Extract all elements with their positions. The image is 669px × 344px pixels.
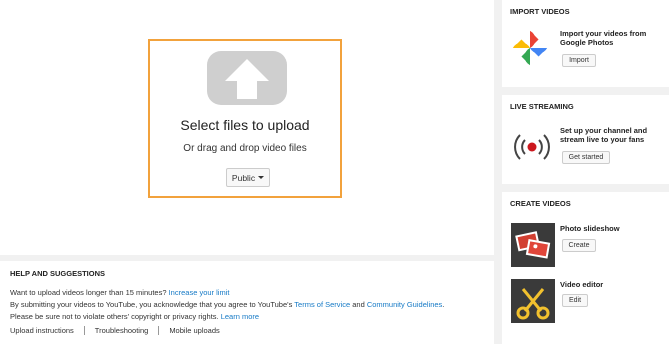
select-files-title[interactable]: Select files to upload xyxy=(150,117,340,133)
import-button[interactable]: Import xyxy=(562,54,596,67)
photo-slideshow-label: Photo slideshow xyxy=(560,224,620,233)
edit-button[interactable]: Edit xyxy=(562,294,588,307)
help-links: Upload instructions Troubleshooting Mobi… xyxy=(10,326,484,335)
privacy-value: Public xyxy=(231,172,256,183)
live-streaming-title: LIVE STREAMING xyxy=(510,102,574,111)
live-streaming-text: Set up your channel and stream live to y… xyxy=(560,126,648,144)
google-photos-pinwheel-icon xyxy=(512,30,548,66)
help-panel: HELP AND SUGGESTIONS Want to upload vide… xyxy=(0,261,494,344)
divider xyxy=(83,326,85,335)
upload-instructions-link[interactable]: Upload instructions xyxy=(10,326,74,335)
help-line-3: Please be sure not to violate others' co… xyxy=(10,311,484,323)
import-videos-text: Import your videos from Google Photos xyxy=(560,29,647,47)
community-guidelines-link[interactable]: Community Guidelines xyxy=(367,300,442,309)
import-videos-title: IMPORT VIDEOS xyxy=(510,7,570,16)
learn-more-link[interactable]: Learn more xyxy=(221,312,259,321)
upload-drop-zone[interactable]: Select files to upload Or drag and drop … xyxy=(148,39,342,198)
live-broadcast-icon xyxy=(514,134,550,160)
create-videos-card: CREATE VIDEOS Photo slideshow Create Vid… xyxy=(502,192,669,344)
create-videos-title: CREATE VIDEOS xyxy=(510,199,571,208)
chevron-down-icon xyxy=(258,176,265,179)
scissors-icon xyxy=(511,279,555,323)
get-started-button[interactable]: Get started xyxy=(562,151,610,164)
troubleshooting-link[interactable]: Troubleshooting xyxy=(95,326,149,335)
help-line-2: By submitting your videos to YouTube, yo… xyxy=(10,300,445,309)
help-line-3-text: Please be sure not to violate others' co… xyxy=(10,312,219,321)
live-streaming-card: LIVE STREAMING Set up your channel and s… xyxy=(502,95,669,184)
privacy-dropdown[interactable]: Public xyxy=(226,168,270,187)
help-title: HELP AND SUGGESTIONS xyxy=(10,269,106,278)
mobile-uploads-link[interactable]: Mobile uploads xyxy=(169,326,219,335)
upload-arrow-icon[interactable] xyxy=(207,51,287,105)
help-line-1-text: Want to upload videos longer than 15 min… xyxy=(10,288,167,297)
photo-slideshow-icon xyxy=(511,223,555,267)
divider xyxy=(158,326,160,335)
create-button[interactable]: Create xyxy=(562,239,596,252)
help-line-2-and: and xyxy=(352,300,365,309)
help-line-1: Want to upload videos longer than 15 min… xyxy=(10,287,484,299)
help-line-2-text: By submitting your videos to YouTube, yo… xyxy=(10,300,293,309)
import-videos-card: IMPORT VIDEOS Import your videos from Go… xyxy=(502,0,669,87)
terms-of-service-link[interactable]: Terms of Service xyxy=(294,300,350,309)
video-editor-label: Video editor xyxy=(560,280,604,289)
drag-drop-hint: Or drag and drop video files xyxy=(183,143,307,154)
increase-limit-link[interactable]: Increase your limit xyxy=(169,288,230,297)
upload-panel: Select files to upload Or drag and drop … xyxy=(0,0,494,255)
